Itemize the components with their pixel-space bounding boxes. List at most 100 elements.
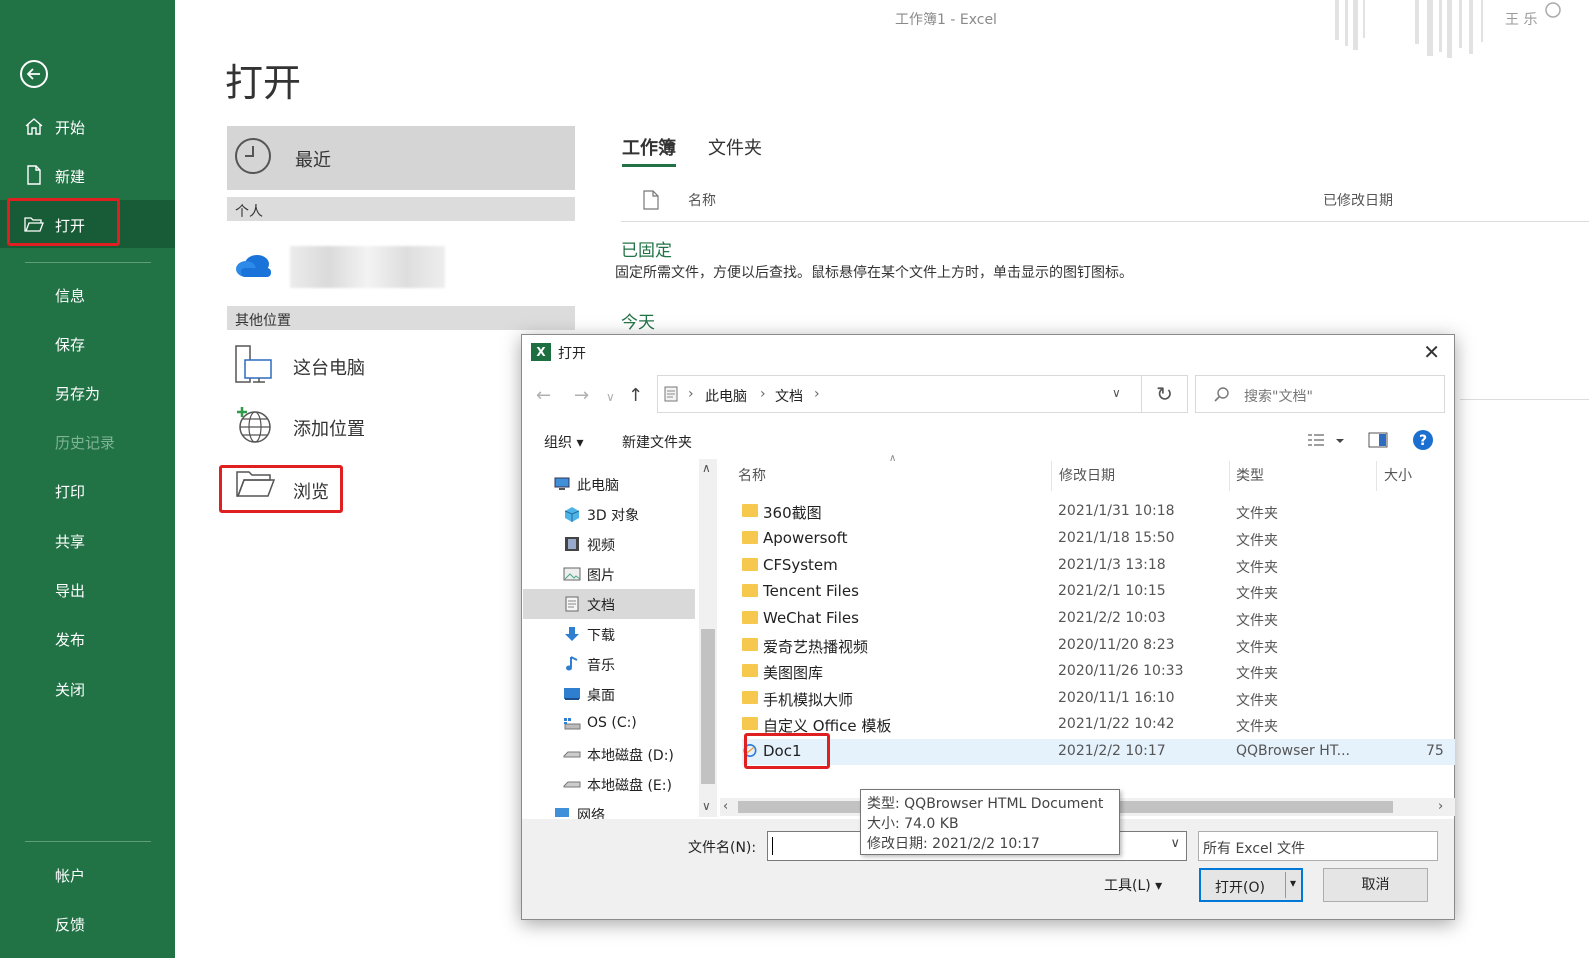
new-folder-button[interactable]: 新建文件夹 (622, 432, 692, 452)
tab-workbooks[interactable]: 工作簿 (622, 134, 676, 167)
tree-item-videos[interactable]: 视频 (523, 529, 695, 559)
tree-item-drive-d[interactable]: 本地磁盘 (D:) (523, 739, 695, 769)
drive-icon (563, 781, 581, 788)
download-icon (565, 627, 579, 641)
chevron-down-icon[interactable]: ▾ (1290, 876, 1296, 890)
help-icon[interactable]: ? (1412, 429, 1434, 451)
backstage-nav: 开始 新建 打开 信息 保存 另存为 历史记录 打印 共享 导出 发布 关闭 帐… (0, 0, 175, 958)
file-row-selected[interactable]: Doc1 2021/2/2 10:17 QQBrowser HT... 75 (742, 739, 1455, 765)
back-button[interactable] (20, 60, 48, 88)
open-button[interactable]: 打开(O) ▾ (1199, 868, 1303, 902)
computer-icon (554, 477, 570, 490)
scrollbar-thumb[interactable] (701, 629, 715, 784)
tree-item-3d-objects[interactable]: 3D 对象 (523, 499, 695, 529)
file-row[interactable]: 360截图 2021/1/31 10:18 文件夹 (742, 499, 1455, 525)
nav-feedback[interactable]: 反馈 (0, 899, 175, 947)
close-icon[interactable]: ✕ (1423, 342, 1440, 362)
column-name[interactable]: 名称 (688, 190, 716, 210)
dialog-titlebar[interactable]: X 打开 ✕ (522, 335, 1454, 369)
nav-print[interactable]: 打印 (0, 466, 175, 514)
address-dropdown-icon[interactable]: ∨ (1112, 386, 1121, 400)
location-recent[interactable]: 最近 (227, 126, 575, 190)
home-icon (25, 118, 43, 135)
open-file-dialog: X 打开 ✕ ← → ∨ ↑ › 此电脑 › 文档 › ∨ ↻ 搜索"文档" 组… (521, 334, 1455, 920)
excel-icon: X (531, 343, 551, 361)
file-row[interactable]: 手机模拟大师 2020/11/1 16:10 文件夹 (742, 686, 1455, 712)
column-divider[interactable] (1376, 461, 1377, 491)
address-bar[interactable]: › 此电脑 › 文档 › ∨ (657, 375, 1142, 413)
tree-item-drive-c[interactable]: OS (C:) (523, 709, 695, 739)
search-placeholder: 搜索"文档" (1244, 389, 1313, 405)
preview-pane-icon[interactable] (1368, 431, 1388, 449)
tools-menu[interactable]: 工具(L) ▾ (1104, 875, 1162, 895)
file-type-filter[interactable]: 所有 Excel 文件 (1198, 831, 1438, 861)
file-row[interactable]: WeChat Files 2021/2/2 10:03 文件夹 (742, 606, 1455, 632)
nav-account[interactable]: 帐户 (0, 850, 175, 898)
chevron-up-icon[interactable]: ∧ (702, 461, 711, 475)
file-row[interactable]: 爱奇艺热播视频 2020/11/20 8:23 文件夹 (742, 633, 1455, 659)
file-row[interactable]: CFSystem 2021/1/3 13:18 文件夹 (742, 553, 1455, 579)
tree-scrollbar[interactable]: ∧ ∨ (699, 459, 717, 817)
folder-icon (742, 717, 758, 730)
nav-publish[interactable]: 发布 (0, 614, 175, 662)
drive-icon (563, 751, 581, 758)
file-row[interactable]: 自定义 Office 模板 2021/1/22 10:42 文件夹 (742, 712, 1455, 738)
chevron-right-icon[interactable]: › (1438, 799, 1443, 814)
tree-item-desktop[interactable]: 桌面 (523, 679, 695, 709)
chevron-left-icon[interactable]: ‹ (723, 799, 728, 814)
breadcrumb-chevron-icon: › (814, 386, 820, 402)
chevron-down-icon[interactable]: ∨ (702, 799, 711, 813)
nav-home[interactable]: 开始 (0, 102, 175, 150)
search-box[interactable]: 搜索"文档" (1195, 375, 1445, 413)
highlight-doc1 (744, 733, 830, 769)
tab-folders[interactable]: 文件夹 (708, 134, 762, 160)
new-document-icon (27, 165, 41, 185)
column-header-date[interactable]: 修改日期 (1059, 465, 1115, 485)
column-header-type[interactable]: 类型 (1236, 465, 1264, 485)
nav-new[interactable]: 新建 (0, 151, 175, 199)
nav-export[interactable]: 导出 (0, 565, 175, 613)
chevron-down-icon[interactable]: ∨ (1170, 836, 1180, 851)
tools-label: 工具(L) (1104, 878, 1151, 894)
folder-icon (742, 691, 758, 704)
breadcrumb-this-pc[interactable]: 此电脑 (705, 386, 747, 406)
recent-dropdown-icon[interactable]: ∨ (606, 390, 615, 404)
folder-icon (742, 638, 758, 651)
tree-item-downloads[interactable]: 下载 (523, 619, 695, 649)
up-arrow-icon[interactable]: ↑ (628, 385, 643, 406)
organize-menu[interactable]: 组织 ▾ (544, 432, 583, 452)
account-name-redacted[interactable] (290, 246, 445, 288)
column-divider[interactable] (1051, 461, 1052, 491)
tree-item-network[interactable]: 网络 (523, 799, 695, 819)
column-header-name[interactable]: 名称 (738, 465, 766, 485)
file-row[interactable]: 美图图库 2020/11/26 10:33 文件夹 (742, 659, 1455, 685)
nav-info[interactable]: 信息 (0, 270, 175, 318)
nav-save-as[interactable]: 另存为 (0, 368, 175, 416)
file-row[interactable]: Apowersoft 2021/1/18 15:50 文件夹 (742, 526, 1455, 552)
nav-share[interactable]: 共享 (0, 516, 175, 564)
column-modified[interactable]: 已修改日期 (1323, 190, 1393, 210)
back-arrow-icon[interactable]: ← (536, 385, 551, 406)
forward-arrow-icon[interactable]: → (574, 385, 589, 406)
window-title: 工作簿1 - Excel (895, 12, 997, 28)
tree-item-this-pc[interactable]: 此电脑 (523, 469, 695, 499)
cancel-button[interactable]: 取消 (1323, 868, 1428, 902)
refresh-button[interactable]: ↻ (1142, 375, 1188, 413)
tree-item-drive-e[interactable]: 本地磁盘 (E:) (523, 769, 695, 799)
this-pc-icon (235, 345, 272, 383)
column-divider[interactable] (1229, 461, 1230, 491)
pinned-heading: 已固定 (621, 241, 672, 261)
tree-item-documents[interactable]: 文档 (523, 589, 695, 619)
nav-close[interactable]: 关闭 (0, 664, 175, 712)
view-options-icon[interactable] (1306, 431, 1346, 449)
music-icon (566, 656, 578, 671)
tree-item-music[interactable]: 音乐 (523, 649, 695, 679)
column-header-size[interactable]: 大小 (1384, 465, 1412, 485)
tree-item-pictures[interactable]: 图片 (523, 559, 695, 589)
file-row[interactable]: Tencent Files 2021/2/1 10:15 文件夹 (742, 579, 1455, 605)
breadcrumb-documents[interactable]: 文档 (775, 386, 803, 406)
svg-text:?: ? (1419, 433, 1427, 449)
decorative-banner (1335, 0, 1561, 58)
navigation-tree: 此电脑 3D 对象 视频 图片 文档 下载 音乐 桌面 OS (C:) 本地磁盘… (523, 459, 698, 819)
nav-save[interactable]: 保存 (0, 319, 175, 367)
